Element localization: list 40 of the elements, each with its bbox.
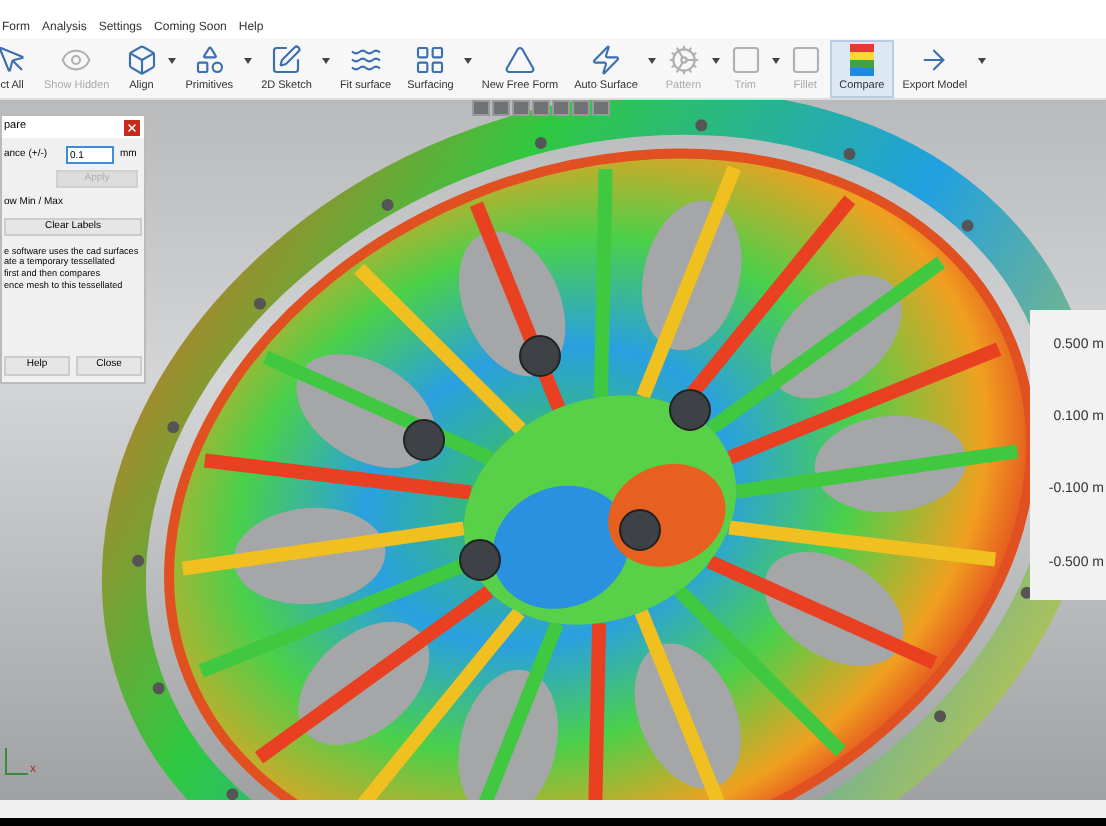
lug-nut-icon xyxy=(459,539,501,581)
triangle-icon xyxy=(503,43,536,76)
square-icon xyxy=(789,43,822,76)
rim-bolt-icon xyxy=(152,682,165,695)
caret-icon[interactable] xyxy=(647,57,656,63)
wheel-opening xyxy=(770,275,902,399)
sketch-icon xyxy=(270,43,303,76)
caret-icon[interactable] xyxy=(167,57,176,63)
rim-bolt-icon xyxy=(253,297,266,310)
lug-nut-icon xyxy=(519,335,561,377)
rim-bolt-icon xyxy=(534,137,547,149)
gear-icon xyxy=(667,43,700,76)
rim-bolt-icon xyxy=(226,788,239,800)
lightning-icon xyxy=(589,43,622,76)
rim-bolt-icon xyxy=(167,421,180,434)
wheel-opening xyxy=(298,621,430,745)
caret-icon[interactable] xyxy=(243,57,252,63)
axis-triad-icon xyxy=(4,748,28,776)
close-button[interactable] xyxy=(124,119,140,135)
caret-icon[interactable] xyxy=(977,57,986,63)
rim-bolt-icon xyxy=(843,148,856,161)
rim-bolt-icon xyxy=(961,219,974,232)
rim-bolt-icon xyxy=(381,198,394,211)
lug-nut-icon xyxy=(619,509,661,551)
shapes-icon xyxy=(193,43,226,76)
cube-icon xyxy=(125,43,158,76)
pointer-icon xyxy=(0,43,28,76)
caret-icon[interactable] xyxy=(463,57,472,63)
rim-bolt-icon xyxy=(695,119,708,132)
rim-bolt-icon xyxy=(934,710,947,723)
color-scale-icon xyxy=(849,43,874,76)
3d-viewport[interactable] xyxy=(0,100,1106,800)
square-icon xyxy=(729,43,762,76)
grid-icon xyxy=(414,43,447,76)
wheel-opening xyxy=(764,552,904,666)
lug-nut-icon xyxy=(669,389,711,431)
lug-nut-icon xyxy=(403,419,445,461)
rim-bolt-icon xyxy=(132,554,145,567)
caret-icon[interactable] xyxy=(321,57,330,63)
close-icon xyxy=(126,121,138,133)
